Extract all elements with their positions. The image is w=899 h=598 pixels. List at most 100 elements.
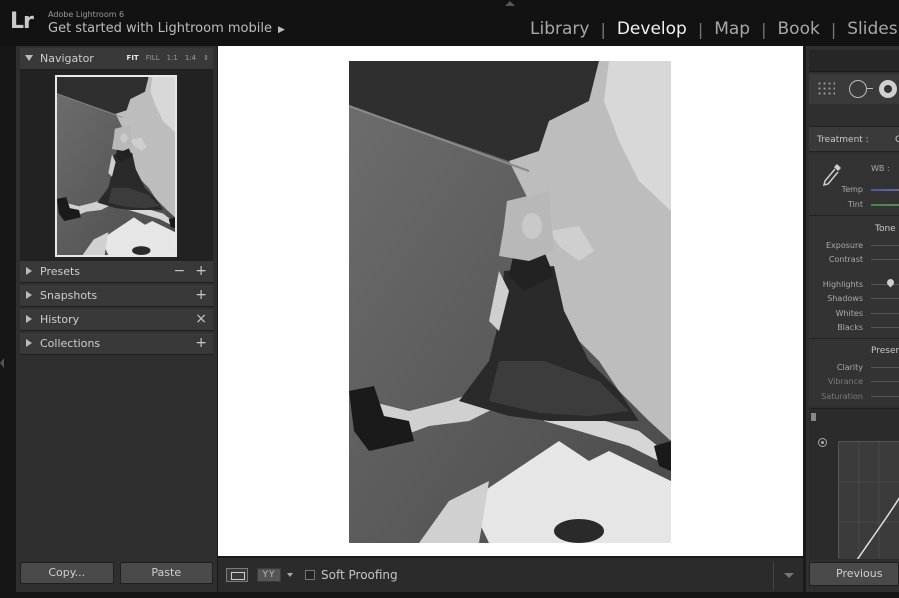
target-adjust-icon[interactable] [818, 438, 827, 447]
histogram[interactable] [809, 50, 899, 72]
contrast-label: Contrast [828, 255, 863, 264]
navigator-zoom-options: FIT FILL 1:1 1:4 ⇕ [127, 54, 209, 62]
history-header[interactable]: History × [20, 309, 213, 331]
module-map[interactable]: Map [714, 19, 750, 39]
triangle-right-icon [26, 291, 32, 299]
zoom-fit[interactable]: FIT [127, 54, 139, 62]
red-eye-icon[interactable] [879, 80, 897, 98]
eyedropper-icon[interactable] [821, 162, 843, 188]
treatment-row: Treatment : C [809, 126, 899, 152]
module-book[interactable]: Book [778, 19, 820, 39]
module-develop[interactable]: Develop [617, 19, 687, 39]
module-library[interactable]: Library [530, 19, 589, 39]
module-separator: | [761, 19, 767, 39]
tint-label: Tint [847, 200, 863, 209]
module-picker: Library | Develop | Map | Book | Slidesh… [530, 19, 899, 39]
basic-panel: WB : Temp Tint Tone Exposure Contrast Hi… [809, 154, 899, 406]
snapshots-actions: + [195, 287, 207, 303]
module-slideshow[interactable]: Slideshow [847, 19, 899, 39]
triangle-right-icon [26, 267, 32, 275]
left-panel-toggle-icon[interactable] [0, 358, 4, 368]
highlights-label: Highlights [822, 280, 863, 289]
photo-render [349, 61, 671, 543]
highlights-slider-knob[interactable] [885, 277, 896, 288]
exposure-slider[interactable] [871, 245, 899, 246]
lightroom-logo: Lr [10, 9, 34, 34]
spot-removal-icon[interactable] [849, 80, 873, 98]
loupe-view-button[interactable] [226, 568, 248, 582]
saturation-slider[interactable] [871, 396, 899, 397]
copy-paste-bar: Copy... Paste [20, 562, 213, 588]
snapshots-header[interactable]: Snapshots + [20, 285, 213, 307]
presence-title: Presen [871, 346, 899, 356]
mobile-promo-label: Get started with Lightroom mobile [48, 21, 272, 36]
presets-header[interactable]: Presets − + [20, 261, 213, 283]
app-name: Adobe Lightroom 6 [48, 10, 125, 19]
navigator-photo [57, 77, 175, 255]
vibrance-slider[interactable] [871, 381, 899, 382]
navigator-label: Navigator [40, 52, 94, 65]
tone-curve-graph[interactable] [838, 441, 899, 559]
presets-label: Presets [40, 265, 81, 278]
add-preset-icon[interactable]: + [195, 263, 207, 279]
treatment-color-option[interactable]: C [895, 135, 899, 145]
section-divider [809, 215, 899, 216]
clarity-slider[interactable] [871, 367, 899, 368]
before-after-dropdown-icon[interactable] [287, 573, 293, 577]
wb-label: WB : [871, 164, 890, 173]
clear-history-icon[interactable]: × [195, 311, 207, 327]
develop-toolbar: YY Soft Proofing [218, 557, 803, 592]
zoom-1-1[interactable]: 1:1 [167, 54, 178, 62]
navigator-header[interactable]: Navigator FIT FILL 1:1 1:4 ⇕ [20, 48, 213, 70]
add-snapshot-icon[interactable]: + [195, 287, 207, 303]
paste-button[interactable]: Paste [119, 562, 213, 584]
zoom-fill[interactable]: FILL [146, 54, 160, 62]
vibrance-label: Vibrance [827, 377, 863, 386]
add-collection-icon[interactable]: + [195, 335, 207, 351]
zoom-more-icon[interactable]: ⇕ [203, 54, 209, 62]
contrast-slider[interactable] [871, 259, 899, 260]
previous-button[interactable]: Previous [809, 562, 899, 586]
left-panel-edge[interactable] [0, 46, 16, 598]
play-arrow-icon: ▶ [277, 25, 285, 35]
triangle-right-icon [26, 339, 32, 347]
top-panel-toggle-icon[interactable] [505, 1, 515, 6]
whites-slider[interactable] [871, 313, 899, 314]
history-label: History [40, 313, 80, 326]
right-panel: Treatment : C WB : Temp Tint Tone Exposu… [806, 46, 899, 598]
mobile-promo-link[interactable]: Get started with Lightroom mobile ▶ [48, 21, 285, 36]
highlights-slider[interactable] [871, 284, 899, 285]
triangle-right-icon [26, 315, 32, 323]
main-photo[interactable] [349, 61, 671, 543]
tone-curve-panel [809, 408, 899, 560]
triangle-down-icon [25, 55, 33, 61]
image-canvas[interactable] [218, 46, 803, 556]
blacks-label: Blacks [837, 323, 863, 332]
crop-overlay-icon[interactable] [817, 81, 835, 97]
before-after-button[interactable]: YY [257, 568, 281, 582]
copy-button[interactable]: Copy... [20, 562, 114, 584]
temp-slider[interactable] [871, 189, 899, 191]
module-separator: | [697, 19, 704, 39]
snapshots-label: Snapshots [40, 289, 98, 302]
collections-header[interactable]: Collections + [20, 333, 213, 355]
presets-actions: − + [174, 263, 207, 279]
tint-slider[interactable] [871, 204, 899, 206]
soft-proofing-label: Soft Proofing [321, 568, 398, 582]
remove-preset-icon[interactable]: − [174, 263, 186, 279]
treatment-label: Treatment : [817, 135, 869, 145]
saturation-label: Saturation [821, 392, 863, 401]
blacks-slider[interactable] [871, 327, 899, 328]
whites-label: Whites [835, 309, 863, 318]
left-panel: Navigator FIT FILL 1:1 1:4 ⇕ Presets − +… [16, 46, 217, 598]
tone-title: Tone [875, 224, 896, 234]
shadows-slider[interactable] [871, 298, 899, 299]
identity-plate: Lr Adobe Lightroom 6 Get started with Li… [0, 0, 899, 46]
filmstrip-edge [0, 592, 899, 598]
navigator-preview[interactable] [20, 70, 213, 262]
curve-panel-switch[interactable] [811, 413, 816, 421]
navigator-thumbnail[interactable] [55, 75, 177, 257]
toolbar-content-menu-icon[interactable] [773, 562, 803, 590]
zoom-1-4[interactable]: 1:4 [185, 54, 196, 62]
soft-proofing-checkbox[interactable] [305, 570, 315, 580]
